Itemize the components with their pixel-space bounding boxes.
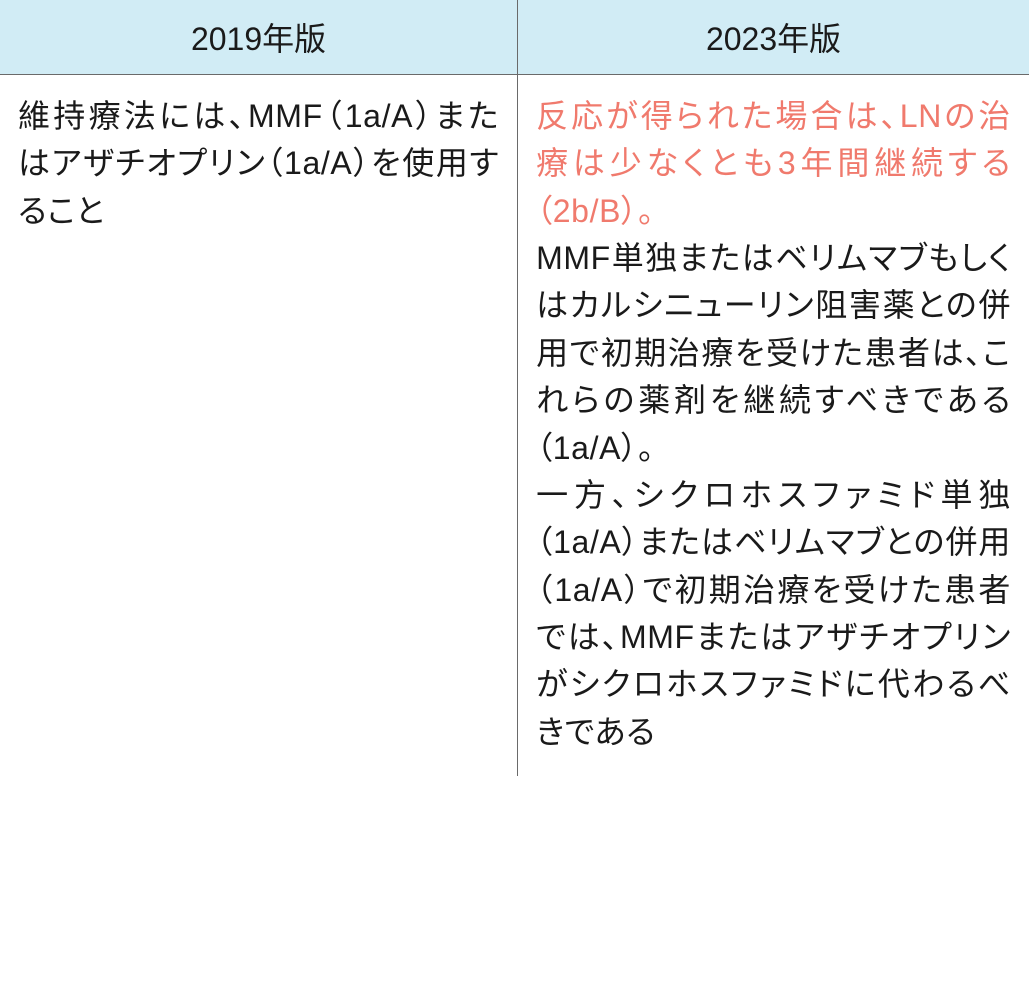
table-header-row: 2019年版 2023年版 <box>0 0 1029 75</box>
comparison-table: 2019年版 2023年版 維持療法には、MMF（1a/A）またはアザチオプリン… <box>0 0 1029 776</box>
table-row: 維持療法には、MMF（1a/A）またはアザチオプリン（1a/A）を使用すること … <box>0 75 1029 777</box>
cell-2023: 反応が得られた場合は、LNの治療は少なくとも3年間継続する（2b/B）。MMF単… <box>518 75 1029 777</box>
plain-text: MMF単独またはベリムマブもしくはカルシニューリン阻害薬との併用で初期治療を受け… <box>536 240 1011 750</box>
header-2019: 2019年版 <box>0 0 518 75</box>
cell-2019: 維持療法には、MMF（1a/A）またはアザチオプリン（1a/A）を使用すること <box>0 75 518 777</box>
highlighted-text: 反応が得られた場合は、LNの治療は少なくとも3年間継続する（2b/B）。 <box>536 98 1011 229</box>
header-2023: 2023年版 <box>518 0 1029 75</box>
